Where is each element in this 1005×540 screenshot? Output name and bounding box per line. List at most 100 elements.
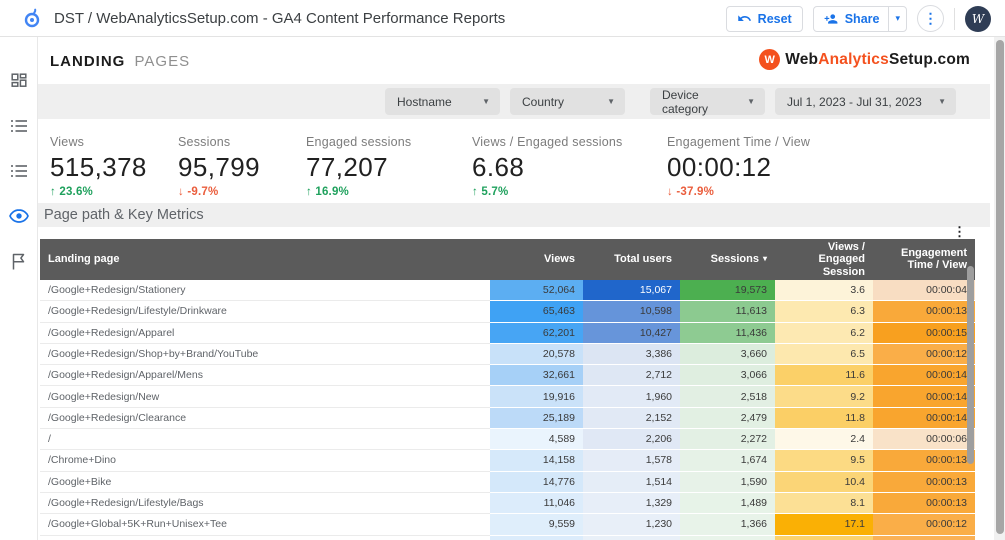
chevron-down-icon: ▼ [747,97,755,106]
filter-chip-country[interactable]: Country▼ [510,88,625,115]
metric-cell: 10,598 [583,301,680,322]
metric-cell: 6.2 [775,323,873,344]
view-eye-icon[interactable] [9,206,29,226]
page-title: LANDING PAGES [50,53,190,70]
filter-chip-hostname[interactable]: Hostname▼ [385,88,500,115]
scorecard-value: 95,799 [178,152,260,183]
account-avatar[interactable]: W [965,6,991,32]
metric-cell: 65,463 [490,301,583,322]
trend-arrow-icon: ↑ [472,186,478,198]
pages-grid-icon[interactable] [9,71,29,91]
table-row[interactable]: /Google+Redesign/Apparel/Mens32,6612,712… [40,365,975,386]
metric-cell: 9.2 [775,386,873,407]
metric-cell: 11,436 [680,323,775,344]
landing-page-cell: /Google+Bike [40,472,490,493]
table-row[interactable]: /Google+Redesign/Apparel62,20110,42711,4… [40,323,975,344]
metric-cell: 2,206 [583,429,680,450]
metric-cell: 9,559 [490,514,583,535]
landing-page-cell: /Google+Redesign/Clearance [40,408,490,429]
metric-cell: 1,104 [583,536,680,540]
filter-chip-jul-1-2023-jul-31-2023[interactable]: Jul 1, 2023 - Jul 31, 2023▼ [775,88,956,115]
brand-logo-text: WebAnalyticsSetup.com [785,51,970,69]
scorecard-row: Views515,378↑ 23.6%Sessions95,799↓ -9.7%… [38,119,990,203]
metric-cell: 00:00:11 [873,536,975,540]
metric-cell: 25,189 [490,408,583,429]
trend-arrow-icon: ↑ [50,186,56,198]
metric-cell: 2,479 [680,408,775,429]
metric-cell: 15,067 [583,280,680,301]
metric-cell: 1,329 [583,493,680,514]
metric-cell: 14,158 [490,450,583,471]
scorecard-engaged-sessions: Engaged sessions77,207↑ 16.9% [306,135,411,198]
trend-arrow-icon: ↓ [178,186,184,198]
person-add-icon [823,12,839,26]
metric-cell: 1,230 [583,514,680,535]
reset-button[interactable]: Reset [726,6,803,32]
landing-page-cell: /Google+Redesign/Lifestyle/Bags [40,493,490,514]
table-scrollbar[interactable] [967,266,974,464]
section-title: Page path & Key Metrics [44,207,204,223]
looker-studio-logo-icon[interactable] [22,7,42,29]
metric-cell: 1,590 [680,472,775,493]
metric-cell: 6.5 [775,344,873,365]
metric-cell: 1,960 [583,386,680,407]
scorecard-delta: ↓ -9.7% [178,186,260,198]
table-row[interactable]: /Google+Bike14,7761,5141,59010.400:00:13 [40,472,975,493]
sort-descending-icon: ▾ [763,255,767,264]
metric-cell: 2,272 [680,429,775,450]
metric-cell: 3.6 [775,280,873,301]
share-dropdown-caret[interactable]: ▾ [888,7,906,31]
table-more-options-icon[interactable]: ⋮ [953,225,966,238]
trend-arrow-icon: ↑ [306,186,312,198]
metric-cell: 00:00:13 [873,301,975,322]
landing-pages-table: Landing pageViewsTotal usersSessions▾Vie… [40,239,975,540]
list-icon[interactable] [9,161,29,181]
avatar-monogram: W [972,12,984,26]
metric-cell: 11,024 [490,536,583,540]
column-header-engagement-time-view[interactable]: Engagement Time / View [873,239,975,280]
table-row[interactable]: /Google+Redesign/Lifestyle/Drinkware65,4… [40,301,975,322]
brand-logo-icon: W [759,49,780,70]
table-row[interactable]: /4,5892,2062,2722.400:00:06 [40,429,975,450]
chevron-down-icon: ▼ [607,97,615,106]
scorecard-label: Sessions [178,135,260,149]
metric-cell: 9.5 [775,450,873,471]
table-row[interactable]: /Google+Redesign/Stationery52,06415,0671… [40,280,975,301]
filter-chip-device-category[interactable]: Device category ▼ [650,88,765,115]
share-button-label: Share [845,12,880,26]
reset-button-label: Reset [758,12,792,26]
column-header-views[interactable]: Views [490,239,583,280]
flag-icon[interactable] [9,251,29,271]
metric-cell: 00:00:14 [873,408,975,429]
metric-cell: 11.2 [775,536,873,540]
table-row[interactable]: /Google+Redesign/New19,9161,9602,5189.20… [40,386,975,407]
table-row[interactable]: /store.html11,0241,1041,19511.200:00:11 [40,536,975,540]
share-button[interactable]: Share [814,7,889,31]
table-of-contents-icon[interactable] [9,116,29,136]
metric-cell: 3,066 [680,365,775,386]
metric-cell: 11.6 [775,365,873,386]
column-header-landing-page[interactable]: Landing page [40,239,490,280]
more-options-button[interactable]: ⋮ [917,5,944,32]
table-row[interactable]: /Google+Redesign/Clearance25,1892,1522,4… [40,408,975,429]
scorecard-value: 515,378 [50,152,147,183]
landing-page-cell: /Google+Redesign/Apparel/Mens [40,365,490,386]
table-row[interactable]: /Google+Global+5K+Run+Unisex+Tee9,5591,2… [40,514,975,535]
metric-cell: 3,660 [680,344,775,365]
metric-cell: 8.1 [775,493,873,514]
table-row[interactable]: /Google+Redesign/Shop+by+Brand/YouTube20… [40,344,975,365]
landing-page-cell: /Google+Redesign/Lifestyle/Drinkware [40,301,490,322]
metric-cell: 00:00:15 [873,323,975,344]
scorecard-value: 77,207 [306,152,411,183]
table-row[interactable]: /Chrome+Dino14,1581,5781,6749.500:00:13 [40,450,975,471]
column-header-views-engaged-session[interactable]: Views / Engaged Session [775,239,873,280]
filter-chip-label: Device category [662,88,739,116]
trend-arrow-icon: ↓ [667,186,673,198]
table-row[interactable]: /Google+Redesign/Lifestyle/Bags11,0461,3… [40,493,975,514]
scorecard-delta: ↓ -37.9% [667,186,810,198]
column-header-sessions[interactable]: Sessions▾ [680,239,775,280]
column-header-total-users[interactable]: Total users [583,239,680,280]
landing-page-cell: / [40,429,490,450]
metric-cell: 3,386 [583,344,680,365]
page-scrollbar-thumb[interactable] [996,40,1004,534]
